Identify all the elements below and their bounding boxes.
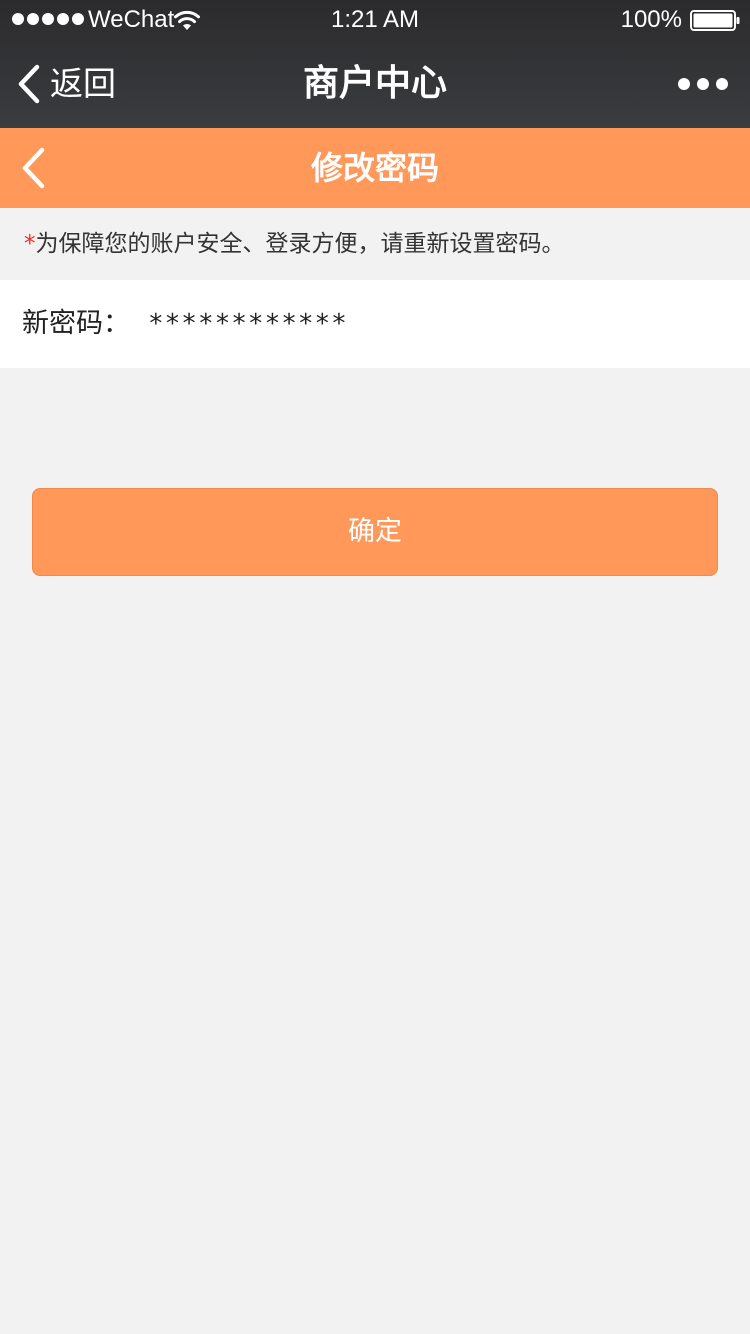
chevron-left-icon bbox=[22, 147, 45, 189]
notice-text: 为保障您的账户安全、登录方便，请重新设置密码。 bbox=[35, 231, 565, 257]
required-mark: * bbox=[24, 231, 36, 257]
more-dots-icon[interactable] bbox=[678, 70, 728, 98]
new-password-label: 新密码： bbox=[22, 308, 130, 339]
back-button[interactable]: 返回 bbox=[16, 60, 116, 108]
page-header: 修改密码 bbox=[0, 128, 750, 208]
wechat-nav-bar: 返回 商户中心 bbox=[0, 40, 750, 128]
confirm-button[interactable]: 确定 bbox=[32, 488, 718, 576]
page-back-button[interactable] bbox=[18, 146, 48, 190]
new-password-row: 新密码： bbox=[0, 280, 750, 368]
chevron-left-icon bbox=[18, 64, 40, 104]
password-reset-notice: *为保障您的账户安全、登录方便，请重新设置密码。 bbox=[24, 226, 734, 262]
new-password-field[interactable] bbox=[148, 302, 708, 346]
status-bar: WeChat 1:21 AM 100% bbox=[0, 0, 750, 40]
screen: WeChat 1:21 AM 100% 返回 商户中心 修改密码 *为保障您的账… bbox=[0, 0, 750, 1334]
back-label: 返回 bbox=[50, 64, 116, 103]
wechat-header: WeChat 1:21 AM 100% 返回 商户中心 bbox=[0, 0, 750, 128]
battery-icon bbox=[690, 10, 740, 31]
page-title: 修改密码 bbox=[310, 149, 439, 187]
battery-percentage: 100% bbox=[620, 6, 682, 33]
